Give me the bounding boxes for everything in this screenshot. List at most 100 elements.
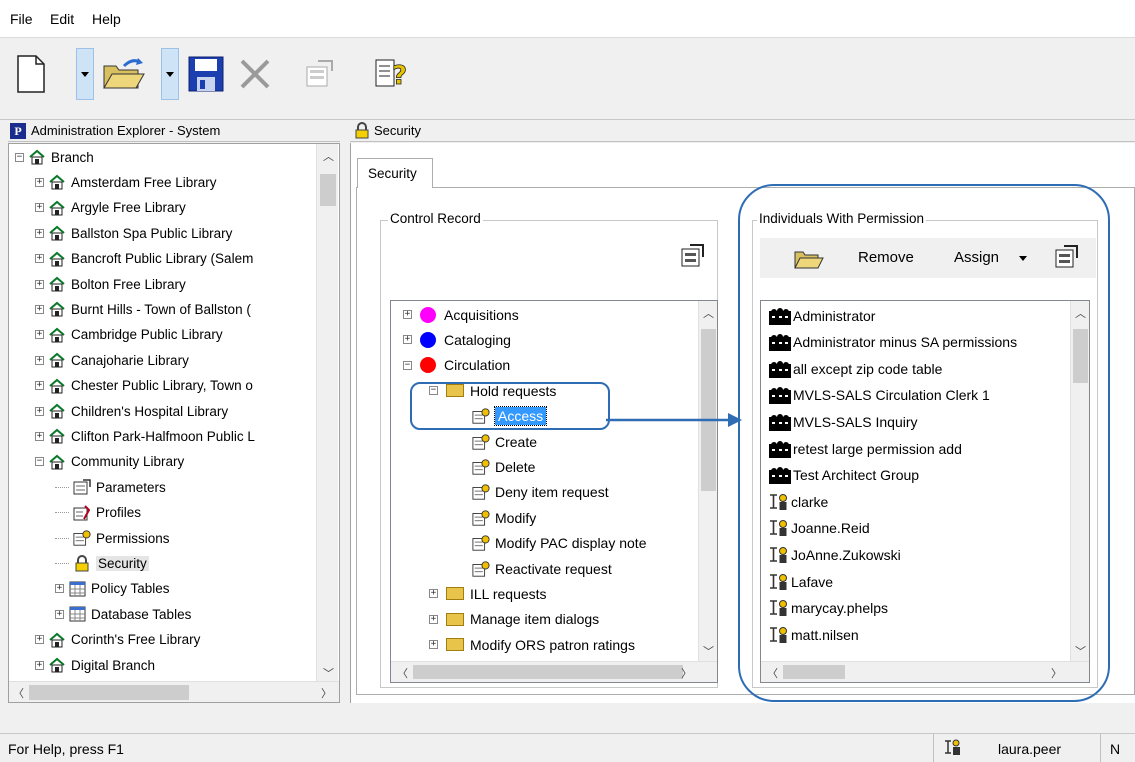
tree-vertical-scrollbar[interactable]: ︿ ﹀ xyxy=(316,144,338,681)
profiles-icon xyxy=(73,504,91,522)
tree-connector xyxy=(55,512,69,514)
control-record-properties-icon[interactable] xyxy=(680,243,706,272)
control-record-item[interactable]: + Acquisitions xyxy=(403,302,519,327)
tree-item[interactable]: − Branch xyxy=(15,146,94,168)
expand-icon[interactable]: + xyxy=(35,304,44,314)
tree-item[interactable]: Permissions xyxy=(55,527,170,549)
tree-item[interactable]: + Canajoharie Library xyxy=(35,349,189,371)
tree-item[interactable]: + Ballston Spa Public Library xyxy=(35,222,232,244)
expand-icon[interactable]: + xyxy=(429,640,438,650)
control-record-item[interactable]: Modify PAC display note xyxy=(455,531,646,556)
tree-hscroll-thumb[interactable] xyxy=(29,685,189,700)
expand-icon[interactable]: + xyxy=(429,614,438,624)
expand-icon[interactable]: + xyxy=(403,310,412,319)
tree-item-label: Children's Hospital Library xyxy=(71,403,229,419)
control-record-item[interactable]: Delete xyxy=(455,454,535,479)
branch-icon xyxy=(48,377,66,395)
scroll-right-icon[interactable]: 〉 xyxy=(321,685,332,701)
open-dropdown-button[interactable] xyxy=(161,48,179,100)
scroll-up-icon[interactable]: ︿ xyxy=(703,305,714,321)
control-record-item[interactable]: Reactivate request xyxy=(455,556,612,581)
whats-this-icon[interactable]: ? xyxy=(368,48,414,100)
scroll-left-icon[interactable]: 〈 xyxy=(397,665,408,681)
save-icon[interactable] xyxy=(183,48,229,100)
collapse-icon[interactable]: − xyxy=(15,152,24,162)
tree-scroll-thumb[interactable] xyxy=(320,174,336,206)
tree-item[interactable]: + Database Tables xyxy=(55,603,191,625)
tree-item[interactable]: + Amsterdam Free Library xyxy=(35,171,217,193)
tree-item[interactable]: + Cambridge Public Library xyxy=(35,324,223,346)
tree-item[interactable]: + Policy Tables xyxy=(55,578,170,600)
expand-icon[interactable]: + xyxy=(35,660,44,670)
annotation-arrow-icon xyxy=(606,413,742,427)
right-pane-title: Security xyxy=(374,123,421,138)
control-record-item[interactable]: Create xyxy=(455,429,537,454)
tree-item-label: Cambridge Public Library xyxy=(71,327,223,343)
tree-item[interactable]: + Chester Public Library, Town o xyxy=(35,375,253,397)
scroll-down-icon[interactable]: ﹀ xyxy=(703,643,714,659)
new-dropdown-button[interactable] xyxy=(76,48,94,100)
tree-item[interactable]: Security xyxy=(55,552,149,574)
menu-help[interactable]: Help xyxy=(90,11,123,27)
permission-icon xyxy=(472,433,490,451)
tree-item[interactable]: + Bancroft Public Library (Salem xyxy=(35,248,253,270)
tab-security[interactable]: Security xyxy=(357,158,433,188)
control-record-item-label: Deny item request xyxy=(495,484,609,501)
scroll-right-icon[interactable]: 〉 xyxy=(681,665,692,681)
expand-icon[interactable]: + xyxy=(55,609,64,619)
hold-requests-callout xyxy=(410,382,610,430)
expand-icon[interactable]: + xyxy=(35,355,44,365)
tree-item[interactable]: + Children's Hospital Library xyxy=(35,400,228,422)
expand-icon[interactable]: + xyxy=(35,203,44,213)
expand-icon[interactable]: + xyxy=(35,406,44,416)
expand-icon[interactable]: + xyxy=(403,335,412,345)
tree-item[interactable]: Profiles xyxy=(55,502,141,524)
expand-icon[interactable]: + xyxy=(35,254,44,264)
expand-icon[interactable]: + xyxy=(35,279,44,289)
expand-icon[interactable]: + xyxy=(55,584,64,594)
tree-item[interactable]: + Argyle Free Library xyxy=(35,197,186,219)
open-icon[interactable] xyxy=(101,48,147,100)
tree-item[interactable]: − Community Library xyxy=(35,451,184,473)
branch-icon xyxy=(48,224,66,242)
scroll-up-icon[interactable]: ︿ xyxy=(323,148,334,164)
expand-icon[interactable]: + xyxy=(429,589,438,599)
expand-icon[interactable]: + xyxy=(35,228,44,238)
menu-edit[interactable]: Edit xyxy=(48,11,76,27)
control-record-hscrollbar[interactable]: 〈 〉 xyxy=(391,661,717,682)
menu-bar: File Edit Help xyxy=(0,0,1135,38)
control-record-hscroll-thumb[interactable] xyxy=(413,665,683,679)
control-record-item[interactable]: Deny item request xyxy=(455,480,609,505)
tree-item[interactable]: + Digital Branch xyxy=(35,654,155,676)
scroll-left-icon[interactable]: 〈 xyxy=(13,685,24,701)
control-record-item[interactable]: + Cataloging xyxy=(403,327,511,352)
branch-icon xyxy=(48,427,66,445)
expand-icon[interactable]: + xyxy=(35,381,44,391)
control-record-item[interactable]: + ILL requests xyxy=(429,581,547,606)
control-record-item[interactable]: Modify xyxy=(455,505,536,530)
expand-icon[interactable]: + xyxy=(35,330,44,340)
branch-icon xyxy=(28,148,46,166)
new-icon[interactable] xyxy=(8,48,54,100)
control-record-vscrollbar[interactable]: ︿ ﹀ xyxy=(698,301,717,661)
expand-icon[interactable]: + xyxy=(35,431,44,441)
properties-icon[interactable] xyxy=(296,48,342,100)
tree-item[interactable]: + Burnt Hills - Town of Ballston ( xyxy=(35,298,251,320)
tree-item[interactable]: Parameters xyxy=(55,476,166,498)
control-record-item-label: Circulation xyxy=(444,357,511,374)
expand-icon[interactable]: + xyxy=(35,635,44,645)
tree-item[interactable]: + Corinth's Free Library xyxy=(35,629,200,651)
user-icon xyxy=(944,739,962,760)
expand-icon[interactable]: + xyxy=(35,177,44,187)
control-record-item[interactable]: + Manage item dialogs xyxy=(429,607,599,632)
collapse-icon[interactable]: − xyxy=(35,457,44,467)
tree-horizontal-scrollbar[interactable]: 〈 〉 xyxy=(9,681,339,702)
tree-item[interactable]: + Clifton Park-Halfmoon Public L xyxy=(35,425,255,447)
scroll-down-icon[interactable]: ﹀ xyxy=(323,665,334,681)
delete-icon[interactable] xyxy=(232,48,278,100)
menu-file[interactable]: File xyxy=(8,11,35,27)
tree-item[interactable]: + Bolton Free Library xyxy=(35,273,186,295)
control-record-item[interactable]: + Modify ORS patron ratings xyxy=(429,632,635,657)
control-record-item[interactable]: − Circulation xyxy=(403,353,510,378)
collapse-icon[interactable]: − xyxy=(403,360,412,370)
